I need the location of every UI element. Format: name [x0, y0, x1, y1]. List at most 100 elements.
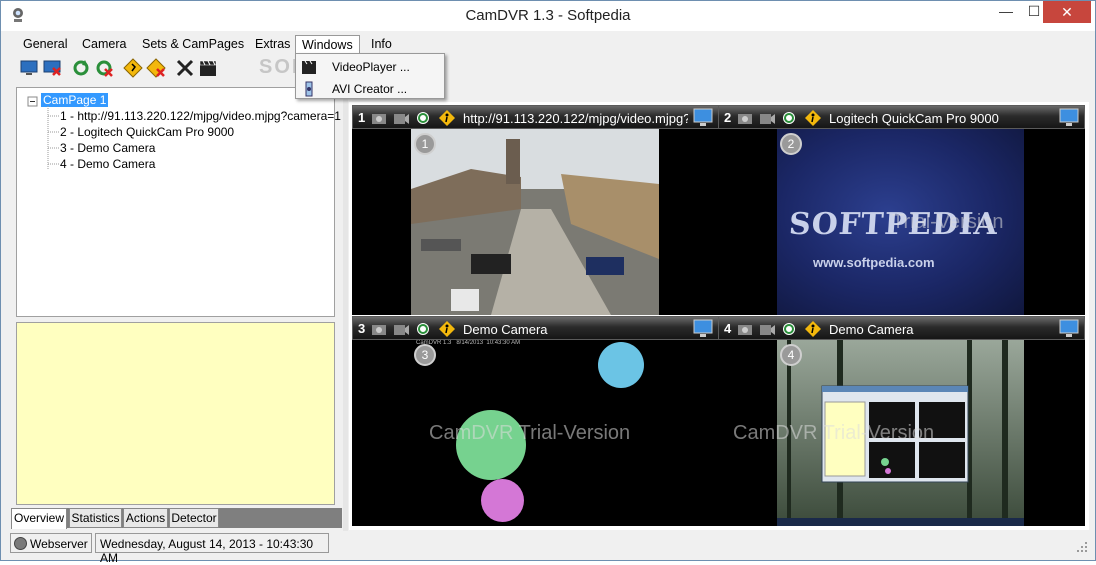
window-title: CamDVR 1.3 - Softpedia: [465, 7, 631, 24]
monitor-icon[interactable]: [693, 319, 713, 338]
refresh-stop-icon[interactable]: [94, 58, 114, 78]
tree-collapse-icon[interactable]: [27, 96, 39, 108]
status-bar: Webserver Wednesday, August 14, 2013 - 1…: [9, 532, 1089, 565]
refresh-icon[interactable]: [415, 321, 431, 337]
camera-header: 4 Demo Camera: [718, 316, 1085, 340]
tools-icon[interactable]: [175, 58, 195, 78]
camera-source-label: http://91.113.220.122/mjpg/video.mjpg?c: [463, 111, 688, 126]
camera-video-4[interactable]: CamDVR Trial-Version 4: [718, 340, 1085, 526]
monitor-icon[interactable]: [1059, 319, 1079, 338]
town-square-video-frame: [411, 129, 659, 315]
camera-header: 1 http://91.113.220.122/mjpg/video.mjpg?…: [352, 105, 719, 129]
record-icon[interactable]: [759, 321, 775, 337]
menu-sets-campages[interactable]: Sets & CamPages: [136, 35, 250, 55]
tab-actions[interactable]: Actions: [123, 508, 168, 528]
monitor-icon[interactable]: [1059, 108, 1079, 127]
camera-tile-4: 4 Demo Camera CamDVR Trial-Version 4: [718, 316, 1085, 526]
menu-extras[interactable]: Extras: [249, 35, 296, 55]
monitor-icon[interactable]: [693, 108, 713, 127]
film-clapper-icon[interactable]: [198, 58, 218, 78]
webserver-led-icon: [14, 537, 27, 550]
webcam-frame: SOFTPEDIA www.softpedia.com Trial-Versio…: [777, 129, 1024, 315]
refresh-icon[interactable]: [71, 58, 91, 78]
toolbar: SOFTPEDIA: [9, 56, 1089, 82]
tree-node-camera-4[interactable]: 4 - Demo Camera: [60, 157, 155, 171]
title-bar: CamDVR 1.3 - Softpedia — ☐ ✕: [1, 1, 1095, 31]
camera-badge: 2: [780, 133, 802, 155]
record-icon[interactable]: [393, 321, 409, 337]
demo-circle-blue: [598, 342, 644, 388]
film-icon: [302, 60, 316, 74]
panel-splitter[interactable]: [343, 87, 348, 531]
menu-general[interactable]: General: [17, 35, 73, 55]
motion-detector-icon[interactable]: [805, 110, 821, 126]
tree-node-camera-1[interactable]: 1 - http://91.113.220.122/mjpg/video.mjp…: [60, 109, 341, 123]
camera-source-label: Logitech QuickCam Pro 9000: [829, 111, 999, 126]
warning-sign-off-icon[interactable]: [146, 58, 166, 78]
app-window: CamDVR 1.3 - Softpedia — ☐ ✕ General Cam…: [0, 0, 1096, 565]
minimize-button[interactable]: —: [991, 1, 1021, 23]
snapshot-icon[interactable]: [737, 321, 753, 337]
tree-lines: [47, 106, 59, 170]
trial-watermark: CamDVR Trial-Version: [733, 422, 935, 444]
webserver-label: Webserver: [30, 537, 88, 551]
motion-detector-icon[interactable]: [805, 321, 821, 337]
camera-number: 1: [358, 110, 366, 125]
demo-circle-green: [456, 410, 526, 480]
refresh-icon[interactable]: [415, 110, 431, 126]
windows-menu-dropdown: VideoPlayer ... AVI Creator ...: [295, 53, 445, 99]
overview-panel[interactable]: [16, 322, 335, 505]
tree-node-campage[interactable]: CamPage 1: [41, 93, 109, 107]
webserver-status[interactable]: Webserver: [10, 533, 92, 553]
camera-grid: 1 http://91.113.220.122/mjpg/video.mjpg?…: [349, 102, 1089, 530]
tab-overview[interactable]: Overview: [11, 508, 67, 529]
menu-item-videoplayer[interactable]: VideoPlayer ...: [296, 56, 444, 78]
record-icon[interactable]: [759, 110, 775, 126]
camera-video-2[interactable]: SOFTPEDIA www.softpedia.com Trial-Versio…: [718, 129, 1085, 315]
menu-item-avi-creator[interactable]: AVI Creator ...: [296, 78, 444, 100]
trial-watermark: CamDVR Trial-Version: [429, 422, 631, 444]
snapshot-icon[interactable]: [371, 321, 387, 337]
trial-watermark: Trial-Version: [892, 211, 1004, 233]
avi-creator-icon: [305, 81, 313, 97]
current-datetime: Wednesday, August 14, 2013 - 10:43:30 AM: [95, 533, 329, 565]
menu-info[interactable]: Info: [365, 35, 398, 55]
camera-video-1[interactable]: 1: [352, 129, 719, 315]
camera-tile-2: 2 Logitech QuickCam Pro 9000 SOFTPEDIA w…: [718, 105, 1085, 315]
monitor-disconnect-icon[interactable]: [42, 58, 62, 78]
camera-video-3[interactable]: CamDVR 1.3 8/14/2013 10:43:30 AM CamDVR …: [352, 340, 719, 526]
webcam-url-text: www.softpedia.com: [813, 255, 935, 270]
menu-bar: General Camera Sets & CamPages Extras Wi…: [9, 33, 1089, 55]
bottom-tabs: Overview Statistics Actions Detector: [11, 508, 342, 529]
camera-source-label: Demo Camera: [829, 322, 914, 337]
menu-item-label: VideoPlayer ...: [332, 60, 410, 74]
snapshot-icon[interactable]: [737, 110, 753, 126]
demo-circle-pink: [481, 479, 524, 522]
demo-timestamp: CamDVR 1.3 8/14/2013 10:43:30 AM: [416, 340, 521, 346]
record-icon[interactable]: [393, 110, 409, 126]
snapshot-icon[interactable]: [371, 110, 387, 126]
tree-node-label: CamPage 1: [41, 93, 109, 107]
tab-detector[interactable]: Detector: [169, 508, 219, 528]
camera-header: 3 Demo Camera: [352, 316, 719, 340]
motion-detector-icon[interactable]: [439, 110, 455, 126]
camera-number: 3: [358, 321, 366, 336]
tree-node-camera-3[interactable]: 3 - Demo Camera: [60, 141, 155, 155]
menu-camera[interactable]: Camera: [76, 35, 132, 55]
campage-tree: CamPage 1 1 - http://91.113.220.122/mjpg…: [16, 87, 341, 317]
warning-sign-icon[interactable]: [123, 58, 143, 78]
menu-item-label: AVI Creator ...: [332, 82, 408, 96]
resize-grip-icon[interactable]: [1075, 540, 1089, 554]
tab-statistics[interactable]: Statistics: [69, 508, 122, 528]
close-button[interactable]: ✕: [1043, 1, 1091, 23]
refresh-icon[interactable]: [781, 110, 797, 126]
camera-badge: 3: [414, 344, 436, 366]
camera-number: 4: [724, 321, 732, 336]
camera-source-label: Demo Camera: [463, 322, 548, 337]
motion-detector-icon[interactable]: [439, 321, 455, 337]
camera-badge: 4: [780, 344, 802, 366]
monitor-connect-icon[interactable]: [19, 58, 39, 78]
tree-node-camera-2[interactable]: 2 - Logitech QuickCam Pro 9000: [60, 125, 234, 139]
menu-windows[interactable]: Windows: [295, 35, 360, 55]
refresh-icon[interactable]: [781, 321, 797, 337]
